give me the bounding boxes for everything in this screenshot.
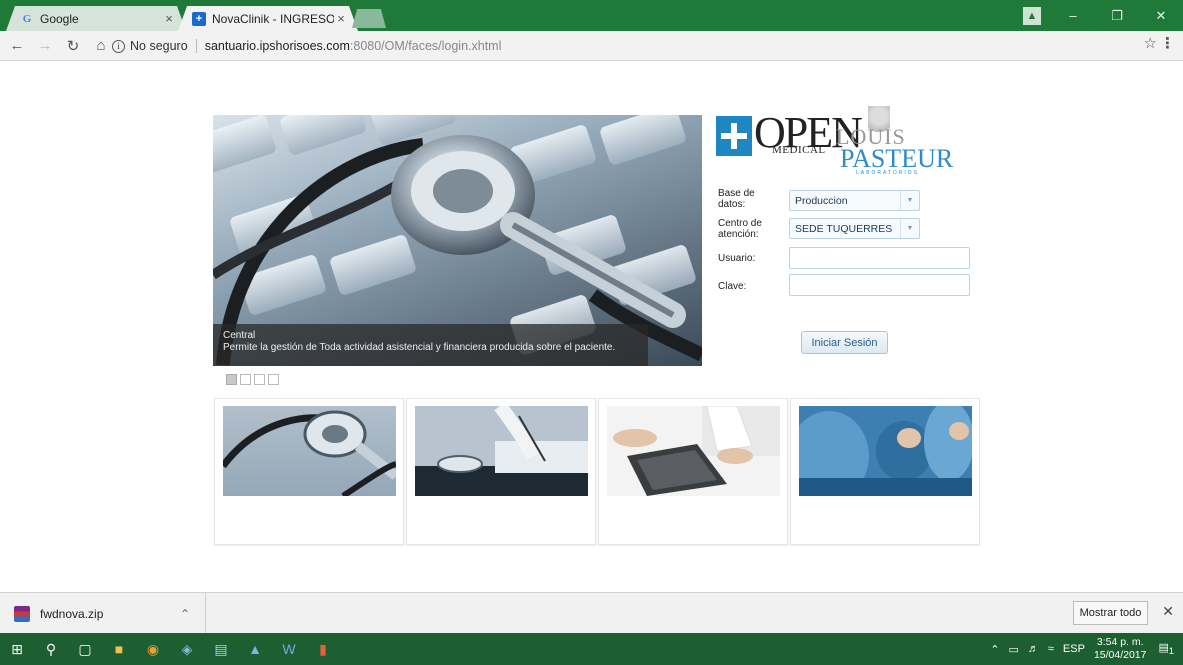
- close-icon[interactable]: ✕: [1162, 603, 1174, 620]
- task-view-icon[interactable]: ▢: [68, 633, 102, 665]
- care-center-label: Centro de atención:: [718, 218, 762, 240]
- minimize-button[interactable]: –: [1051, 0, 1095, 31]
- novaclinik-icon: +: [192, 11, 206, 26]
- show-all-downloads-button[interactable]: Mostrar todo: [1073, 601, 1148, 625]
- slider-dot-2[interactable]: [240, 374, 251, 385]
- password-label: Clave:: [718, 281, 747, 292]
- notifications-icon[interactable]: ▤1: [1159, 641, 1175, 656]
- hero-slider-image: Central Permite la gestión de Toda activ…: [213, 115, 702, 366]
- slider-dot-1[interactable]: [226, 374, 237, 385]
- feature-card-2[interactable]: [406, 398, 596, 545]
- caption-text: Permite la gestión de Toda actividad asi…: [223, 342, 616, 353]
- feature-card-4[interactable]: [790, 398, 980, 545]
- caption-title: Central: [223, 330, 256, 341]
- notification-count: 1: [1168, 646, 1174, 657]
- surgery-team-thumbnail: [799, 406, 972, 496]
- download-bar: fwdnova.zip ⌃ Mostrar todo ✕: [0, 592, 1183, 634]
- logo-medical-text: MEDICAL: [772, 144, 826, 156]
- menu-kebab-icon[interactable]: ⋮: [1160, 34, 1175, 52]
- reload-icon[interactable]: ↻: [62, 35, 84, 57]
- volume-icon[interactable]: ♬: [1028, 643, 1039, 655]
- tab-title: Google: [40, 11, 79, 26]
- url-path: :8080/OM/faces/login.xhtml: [349, 39, 502, 53]
- address-bar[interactable]: i No seguro santuario.ipshorisoes.com :8…: [112, 34, 1152, 58]
- stethoscope-thumbnail: [223, 406, 396, 496]
- login-submit-button[interactable]: Iniciar Sesión: [801, 331, 888, 354]
- google-g-icon: G: [22, 12, 32, 25]
- tab-novaclinik[interactable]: + NovaClinik - INGRESO ×: [178, 6, 358, 31]
- chrome-icon[interactable]: ◉: [136, 633, 170, 665]
- virtualbox-icon[interactable]: ▲: [238, 633, 272, 665]
- medical-cross-icon: [716, 116, 752, 156]
- window-controls: ▲ – ❐ ✕: [1023, 0, 1183, 31]
- close-icon[interactable]: ×: [334, 11, 348, 26]
- search-icon[interactable]: ⚲: [34, 633, 68, 665]
- feature-card-3[interactable]: [598, 398, 788, 545]
- chevron-down-icon[interactable]: ▼: [900, 219, 919, 238]
- battery-icon[interactable]: ▭: [1008, 643, 1018, 656]
- clock[interactable]: 3:54 p. m. 15/04/2017: [1094, 636, 1147, 662]
- home-icon[interactable]: ⌂: [90, 35, 112, 57]
- database-label: Base de datos:: [718, 188, 755, 210]
- slider-dot-4[interactable]: [268, 374, 279, 385]
- browser-titlebar: G Google × + NovaClinik - INGRESO × ▲ – …: [0, 0, 1183, 31]
- word-icon[interactable]: W: [272, 633, 306, 665]
- info-icon: i: [112, 39, 125, 53]
- slider-dot-3[interactable]: [254, 374, 265, 385]
- url-host: santuario.ipshorisoes.com: [204, 39, 350, 53]
- database-select[interactable]: Produccion ▼: [789, 190, 920, 211]
- clock-date: 15/04/2017: [1093, 649, 1147, 661]
- browser-toolbar: ← → ↻ ⌂ i No seguro santuario.ipshorisoe…: [0, 31, 1183, 61]
- database-tool-icon[interactable]: ◈: [170, 633, 204, 665]
- slider-pager: [226, 374, 279, 385]
- care-center-select[interactable]: SEDE TUQUERRES ▼: [789, 218, 920, 239]
- care-center-selected-value: SEDE TUQUERRES: [795, 222, 893, 235]
- database-selected-value: Produccion: [795, 194, 848, 207]
- download-item[interactable]: fwdnova.zip ⌃: [8, 593, 206, 634]
- restore-button[interactable]: ❐: [1095, 0, 1139, 31]
- language-indicator[interactable]: ESP: [1063, 643, 1085, 655]
- download-file-name: fwdnova.zip: [40, 606, 104, 621]
- windows-taskbar: ⊞ ⚲ ▢ ■ ◉ ◈ ▤ ▲ W ▮ ⌃ ▭ ♬ ≈ ESP 3:54 p. …: [0, 633, 1183, 665]
- username-label: Usuario:: [718, 253, 756, 264]
- new-tab-button[interactable]: [352, 9, 386, 28]
- system-tray: ⌃ ▭ ♬ ≈ ESP 3:54 p. m. 15/04/2017 ▤1: [990, 633, 1183, 665]
- security-label: No seguro: [130, 39, 188, 53]
- clock-time: 3:54 p. m.: [1096, 636, 1144, 648]
- winrar-archive-icon: [14, 605, 30, 622]
- user-profile-icon[interactable]: ▲: [1023, 6, 1041, 25]
- office-icon[interactable]: ▮: [306, 633, 340, 665]
- tab-google[interactable]: G Google ×: [6, 6, 186, 31]
- tab-title: NovaClinik - INGRESO: [212, 11, 334, 26]
- close-icon[interactable]: ×: [162, 11, 176, 26]
- forward-arrow-icon[interactable]: →: [34, 35, 56, 57]
- openmedical-louis-pasteur-logo: OPEN MEDICAL LOUIS PASTEUR LABORATORIOS: [716, 106, 953, 176]
- file-explorer-icon[interactable]: ■: [102, 633, 136, 665]
- site-info-button[interactable]: i No seguro: [112, 39, 197, 53]
- chevron-up-icon[interactable]: ⌃: [175, 607, 195, 621]
- password-input[interactable]: [789, 274, 970, 296]
- windows-start-icon[interactable]: ⊞: [0, 633, 34, 665]
- username-input[interactable]: [789, 247, 970, 269]
- feature-card-1[interactable]: [214, 398, 404, 545]
- doctor-laptop-thumbnail: [607, 406, 780, 496]
- doctor-writing-thumbnail: [415, 406, 588, 496]
- back-arrow-icon[interactable]: ←: [6, 35, 28, 57]
- bookmark-star-icon[interactable]: ☆: [1144, 34, 1157, 52]
- close-window-button[interactable]: ✕: [1139, 0, 1183, 31]
- logo-lab-text: LABORATORIOS: [856, 170, 919, 176]
- wifi-icon[interactable]: ≈: [1048, 643, 1054, 655]
- slider-caption: Central Permite la gestión de Toda activ…: [213, 324, 648, 366]
- network-tool-icon[interactable]: ▤: [204, 633, 238, 665]
- chevron-up-icon[interactable]: ⌃: [990, 643, 999, 656]
- chevron-down-icon[interactable]: ▼: [900, 191, 919, 210]
